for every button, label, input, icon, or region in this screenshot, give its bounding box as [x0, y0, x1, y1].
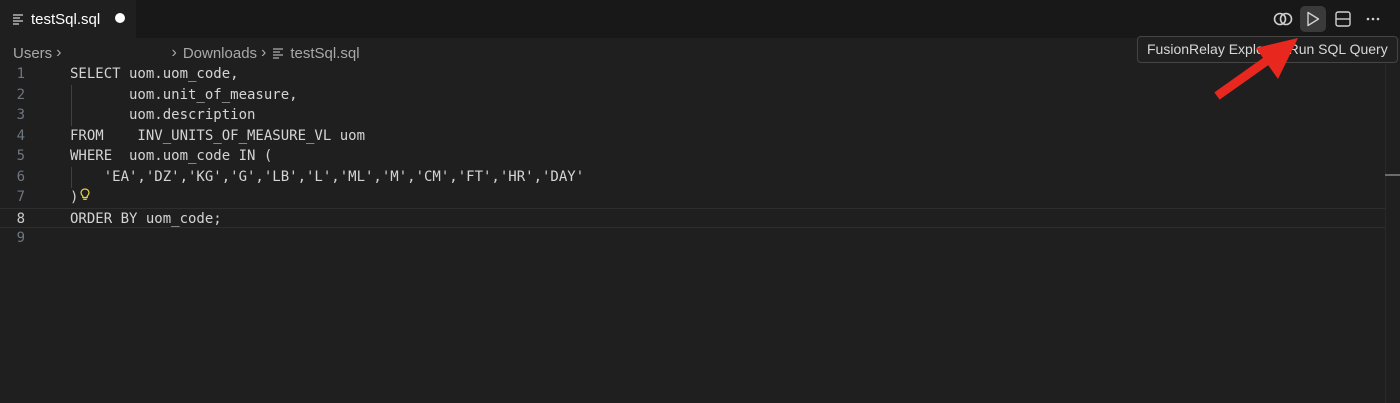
editor-toolbar [1270, 6, 1386, 32]
code-line[interactable]: 9 [0, 228, 1385, 249]
tab-title: testSql.sql [31, 10, 101, 28]
code-line-current[interactable]: 8 ORDER BY uom_code; [0, 207, 1385, 228]
play-icon [1307, 11, 1320, 27]
lightbulb-icon[interactable] [80, 187, 91, 208]
run-query-tooltip: FusionRelay Explorer: Run SQL Query [1137, 36, 1398, 63]
code-text-part: ) [70, 189, 79, 206]
file-lines-icon [273, 48, 284, 59]
code-line[interactable]: 1 SELECT uom.uom_code, [0, 64, 1385, 85]
file-lines-icon [12, 13, 24, 25]
breadcrumb-file[interactable]: testSql.sql [272, 44, 360, 62]
two-circles-icon [1273, 12, 1293, 26]
code-line[interactable]: 7 ) [0, 187, 1385, 208]
compare-changes-button[interactable] [1270, 6, 1296, 32]
code-editor[interactable]: 1 SELECT uom.uom_code, 2 uom.unit_of_mea… [0, 64, 1400, 403]
code-text: ORDER BY uom_code; [70, 210, 222, 227]
code-line[interactable]: 4 FROM INV_UNITS_OF_MEASURE_VL uom [0, 126, 1385, 147]
unsaved-dot-icon[interactable] [115, 13, 125, 23]
tab-bar: testSql.sql [0, 0, 1400, 38]
code-text: ) [70, 187, 91, 208]
line-number: 4 [16, 127, 25, 144]
code-text: 'EA','DZ','KG','G','LB','L','ML','M','CM… [70, 168, 585, 185]
vertical-scrollbar[interactable] [1385, 64, 1386, 403]
ellipsis-icon [1366, 17, 1380, 21]
split-editor-button[interactable] [1330, 6, 1356, 32]
split-horizontal-icon [1335, 11, 1351, 27]
line-number: 3 [16, 107, 25, 123]
code-text: uom.unit_of_measure, [70, 86, 298, 103]
line-number: 5 [16, 148, 25, 164]
breadcrumb-users[interactable]: Users [13, 45, 52, 62]
line-number: 9 [16, 230, 25, 246]
chevron-right-icon: › [261, 44, 267, 61]
code-text: FROM INV_UNITS_OF_MEASURE_VL uom [70, 127, 366, 144]
breadcrumb: Users › › Downloads › testSql.sql [13, 43, 360, 63]
line-number: 1 [16, 66, 25, 82]
line-number: 2 [16, 86, 25, 103]
code-line[interactable]: 5 WHERE uom.uom_code IN ( [0, 146, 1385, 167]
line-number: 6 [16, 168, 25, 185]
code-line[interactable]: 2 uom.unit_of_measure, [0, 85, 1385, 106]
breadcrumb-file-label: testSql.sql [290, 44, 360, 62]
line-number: 7 [16, 189, 25, 205]
code-line[interactable]: 6 'EA','DZ','KG','G','LB','L','ML','M','… [0, 167, 1385, 188]
more-actions-button[interactable] [1360, 6, 1386, 32]
breadcrumb-downloads[interactable]: Downloads [183, 45, 257, 62]
code-text: uom.description [70, 107, 256, 123]
chevron-right-icon: › [171, 44, 177, 61]
scrollbar-cursor-marker [1385, 174, 1400, 176]
run-button[interactable] [1300, 6, 1326, 32]
chevron-right-icon: › [56, 44, 62, 61]
code-text: WHERE uom.uom_code IN ( [70, 148, 273, 164]
line-number: 8 [16, 210, 25, 227]
code-text: SELECT uom.uom_code, [70, 66, 239, 82]
tab-testsql[interactable]: testSql.sql [0, 0, 136, 38]
code-line[interactable]: 3 uom.description [0, 105, 1385, 126]
